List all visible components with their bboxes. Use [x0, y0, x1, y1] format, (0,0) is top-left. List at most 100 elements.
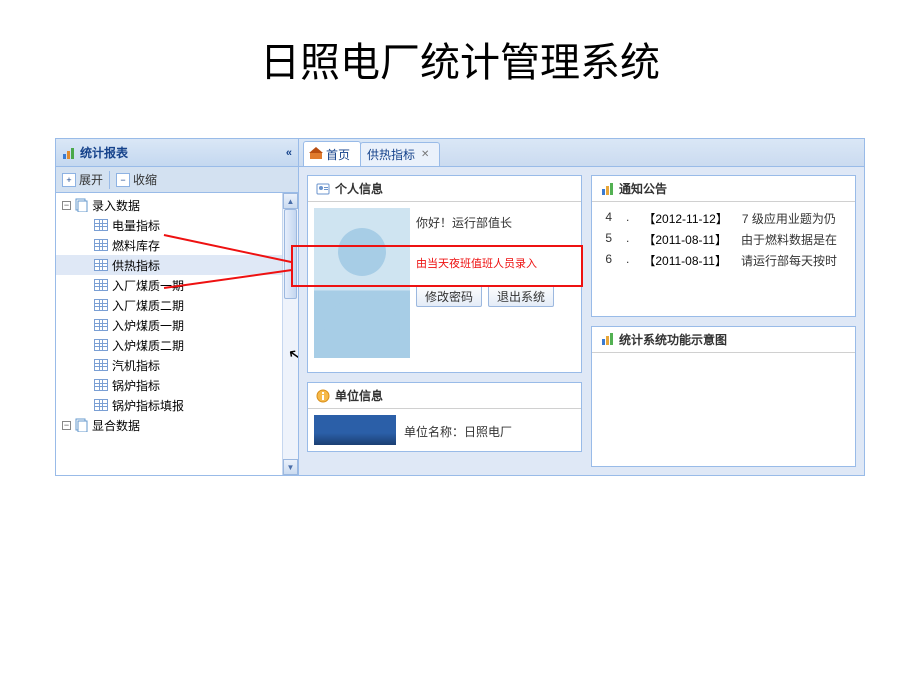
notice-row[interactable]: 5. 【2011-08-11】 由于燃料数据是在 — [596, 229, 851, 250]
tree-node-incoal-p1[interactable]: 入厂煤质一期 — [56, 275, 298, 295]
notice-num: 4 — [600, 210, 612, 227]
diagram-icon — [600, 332, 614, 346]
grid-icon — [94, 239, 108, 251]
toolbar-divider — [109, 171, 110, 189]
notice-panel: 通知公告 4. 【2012-11-12】 7 级应用业题为仍 5. 【2011-… — [591, 175, 856, 317]
expand-label: 展开 — [79, 171, 103, 188]
collapse-all-button[interactable]: − 收缩 — [116, 171, 157, 188]
grid-icon — [94, 219, 108, 231]
panel-title-label: 个人信息 — [335, 180, 383, 197]
notice-row[interactable]: 6. 【2011-08-11】 请运行部每天按时 — [596, 250, 851, 271]
page-stack-icon — [74, 198, 88, 212]
tabs-row: 首页 供热指标 ✕ — [299, 139, 864, 167]
tree-node-furnace-p2[interactable]: 入炉煤质二期 — [56, 335, 298, 355]
greeting-text: 你好！运行部值长 — [416, 208, 575, 231]
tree-node-fuel-stock[interactable]: 燃料库存 — [56, 235, 298, 255]
panel-title-label: 通知公告 — [619, 180, 667, 197]
org-info-title: 单位信息 — [308, 383, 581, 409]
page-stack-icon — [74, 418, 88, 432]
grid-icon — [94, 359, 108, 371]
notice-num: 5 — [600, 231, 612, 248]
sidebar: 统计报表 « + 展开 − 收缩 − 录入数据 电量指标 燃料库存 供热指标 入… — [56, 139, 299, 475]
tree-label: 燃料库存 — [112, 237, 160, 254]
tree-label: 锅炉指标填报 — [112, 397, 184, 414]
avatar — [314, 208, 410, 358]
notice-row[interactable]: 4. 【2012-11-12】 7 级应用业题为仍 — [596, 208, 851, 229]
tab-heat-index[interactable]: 供热指标 ✕ — [360, 142, 440, 166]
notice-date: 【2012-11-12】 — [643, 210, 728, 227]
grid-icon — [94, 339, 108, 351]
personal-info-title: 个人信息 — [308, 176, 581, 202]
notice-text: 请运行部每天按时 — [741, 252, 837, 269]
sidebar-toolbar: + 展开 − 收缩 — [56, 167, 298, 193]
notice-text: 由于燃料数据是在 — [741, 231, 837, 248]
tree-label: 电量指标 — [112, 217, 160, 234]
collapse-label: 收缩 — [133, 171, 157, 188]
tab-label: 首页 — [326, 146, 350, 163]
tree-label: 录入数据 — [92, 197, 140, 214]
scroll-up-button[interactable]: ▲ — [283, 193, 298, 209]
org-name-text: 单位名称：日照电厂 — [404, 415, 512, 445]
sidebar-title: 统计报表 — [80, 144, 128, 161]
tree-node-incoal-p2[interactable]: 入厂煤质二期 — [56, 295, 298, 315]
tab-home[interactable]: 首页 — [303, 141, 361, 166]
main-area: 首页 供热指标 ✕ 个人信息 — [299, 139, 864, 475]
tree-label: 入厂煤质二期 — [112, 297, 184, 314]
info-icon — [316, 389, 330, 403]
scroll-thumb[interactable] — [284, 209, 297, 299]
page-title: 日照电厂统计管理系统 — [0, 0, 920, 138]
tab-close-button[interactable]: ✕ — [421, 149, 429, 160]
personal-body: 你好！运行部值长 由当天夜班值班人员录入 修改密码 退出系统 — [308, 202, 581, 372]
nav-tree: − 录入数据 电量指标 燃料库存 供热指标 入厂煤质一期 入厂煤质二期 入炉煤质… — [56, 193, 298, 475]
tree-label: 入炉煤质二期 — [112, 337, 184, 354]
sidebar-header: 统计报表 « — [56, 139, 298, 167]
grid-icon — [94, 299, 108, 311]
tab-label: 供热指标 — [367, 146, 415, 163]
tree-node-summary-data[interactable]: − 显合数据 — [56, 415, 298, 435]
tree-label: 显合数据 — [92, 417, 140, 434]
collapse-icon: − — [116, 173, 130, 187]
org-info-panel: 单位信息 单位名称：日照电厂 — [307, 382, 582, 452]
grid-icon — [94, 259, 108, 271]
announcement-icon — [600, 182, 614, 196]
tree-node-turbine[interactable]: 汽机指标 — [56, 355, 298, 375]
scroll-down-button[interactable]: ▼ — [283, 459, 298, 475]
annotation-text: 由当天夜班值班人员录入 — [416, 255, 575, 271]
person-card-icon — [316, 182, 330, 196]
personal-info-panel: 个人信息 你好！运行部值长 由当天夜班值班人员录入 修改密码 退出系统 — [307, 175, 582, 373]
notice-title: 通知公告 — [592, 176, 855, 202]
tree-label: 供热指标 — [112, 257, 160, 274]
chart-icon — [62, 146, 76, 160]
notice-text: 7 级应用业题为仍 — [742, 210, 836, 227]
tree-toggle-icon[interactable]: − — [62, 421, 71, 430]
tree-node-power-index[interactable]: 电量指标 — [56, 215, 298, 235]
personal-info-col: 你好！运行部值长 由当天夜班值班人员录入 修改密码 退出系统 — [416, 208, 575, 366]
tree-node-boiler[interactable]: 锅炉指标 — [56, 375, 298, 395]
expand-all-button[interactable]: + 展开 — [62, 171, 103, 188]
content-row: 个人信息 你好！运行部值长 由当天夜班值班人员录入 修改密码 退出系统 — [299, 167, 864, 475]
grid-icon — [94, 379, 108, 391]
grid-icon — [94, 279, 108, 291]
tree-scrollbar[interactable]: ▲ ▼ — [282, 193, 298, 475]
org-body: 单位名称：日照电厂 — [308, 409, 581, 451]
tree-node-boiler-fill[interactable]: 锅炉指标填报 — [56, 395, 298, 415]
tree-label: 锅炉指标 — [112, 377, 160, 394]
logout-button[interactable]: 退出系统 — [488, 285, 554, 307]
panel-title-label: 单位信息 — [335, 387, 383, 404]
notice-date: 【2011-08-11】 — [643, 252, 727, 269]
grid-icon — [94, 319, 108, 331]
tree-toggle-icon[interactable]: − — [62, 201, 71, 210]
grid-icon — [94, 399, 108, 411]
sidebar-collapse-button[interactable]: « — [286, 147, 292, 159]
change-password-button[interactable]: 修改密码 — [416, 285, 482, 307]
tree-label: 入炉煤质一期 — [112, 317, 184, 334]
tree-node-furnace-p1[interactable]: 入炉煤质一期 — [56, 315, 298, 335]
home-icon — [310, 149, 322, 159]
tree-node-input-data[interactable]: − 录入数据 — [56, 195, 298, 215]
notice-date: 【2011-08-11】 — [643, 231, 727, 248]
notice-list: 4. 【2012-11-12】 7 级应用业题为仍 5. 【2011-08-11… — [592, 202, 855, 277]
notice-num: 6 — [600, 252, 612, 269]
tree-label: 入厂煤质一期 — [112, 277, 184, 294]
panel-title-label: 统计系统功能示意图 — [619, 331, 727, 348]
tree-node-heat-index[interactable]: 供热指标 — [56, 255, 298, 275]
